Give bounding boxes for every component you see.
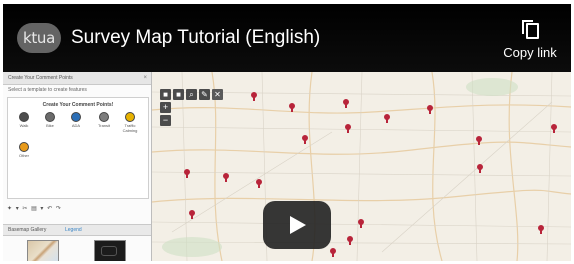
map-pin[interactable] — [251, 92, 257, 101]
video-player[interactable]: ktua Survey Map Tutorial (English) Copy … — [3, 4, 571, 261]
template-picker: Create Your Comment Points! Walk Bike AD… — [7, 97, 149, 199]
template-label: Bike — [46, 123, 54, 128]
basemap-thumbnail-streets[interactable] — [27, 240, 59, 261]
template-picker-title: Create Your Comment Points! — [42, 102, 114, 108]
map-pin[interactable] — [184, 169, 190, 178]
video-header: ktua Survey Map Tutorial (English) Copy … — [3, 4, 571, 72]
map-toolbar: ■ ■ ⌕ ✎ ✕ — [160, 89, 223, 100]
copy-link-button[interactable]: Copy link — [501, 20, 559, 60]
tab-basemap-gallery[interactable]: Basemap Gallery — [8, 225, 46, 235]
template-traffic-calming[interactable]: Traffic Calming — [118, 112, 142, 133]
map-pin[interactable] — [256, 179, 262, 188]
transit-icon — [99, 112, 109, 122]
basemap-thumbnail-dark[interactable] — [94, 240, 126, 261]
map-pin[interactable] — [427, 105, 433, 114]
map-pin[interactable] — [302, 135, 308, 144]
map-pin[interactable] — [358, 219, 364, 228]
traffic-calming-icon — [125, 112, 135, 122]
template-label: ADA — [71, 123, 81, 128]
template-label: Other — [18, 153, 29, 158]
zoom-in-button[interactable]: + — [160, 102, 171, 113]
map-pin[interactable] — [289, 103, 295, 112]
panel-header: Create Your Comment Points × — [3, 72, 151, 85]
copy-icon — [522, 20, 539, 39]
zoom-controls: + − — [160, 102, 171, 128]
bike-icon — [45, 112, 55, 122]
map-pin[interactable] — [330, 248, 336, 257]
map-tool-select[interactable]: ■ — [160, 89, 171, 100]
map-pin[interactable] — [223, 173, 229, 182]
zoom-out-button[interactable]: − — [160, 115, 171, 126]
map-view[interactable]: ■ ■ ⌕ ✎ ✕ + − — [152, 72, 571, 261]
map-tool-close[interactable]: ✕ — [212, 89, 223, 100]
copy-link-label: Copy link — [503, 45, 557, 60]
map-pin[interactable] — [477, 164, 483, 173]
edit-tools-row[interactable]: ✦ ▾ ✂ ▤ ▾ ↶ ↷ — [7, 204, 147, 214]
panel-header-title: Create Your Comment Points — [8, 75, 73, 81]
play-button[interactable] — [263, 201, 331, 249]
left-panel: Create Your Comment Points × Select a te… — [3, 72, 152, 261]
template-bike[interactable]: Bike — [38, 112, 62, 128]
ada-icon — [71, 112, 81, 122]
template-transit[interactable]: Transit — [92, 112, 116, 128]
template-label: Traffic Calming — [122, 123, 138, 133]
template-label: Transit — [97, 123, 111, 128]
template-ada[interactable]: ADA — [64, 112, 88, 128]
template-other[interactable]: Other — [12, 142, 36, 158]
map-tool-edit[interactable]: ✎ — [199, 89, 210, 100]
map-pin[interactable] — [384, 114, 390, 123]
tab-legend[interactable]: Legend — [65, 225, 82, 235]
video-title[interactable]: Survey Map Tutorial (English) — [71, 26, 320, 50]
panel-close-icon[interactable]: × — [143, 72, 147, 84]
map-pin[interactable] — [347, 236, 353, 245]
channel-logo[interactable]: ktua — [17, 23, 61, 53]
map-roads — [152, 72, 571, 261]
map-pin[interactable] — [538, 225, 544, 234]
other-icon — [19, 142, 29, 152]
map-pin[interactable] — [345, 124, 351, 133]
map-tool-search[interactable]: ⌕ — [186, 89, 197, 100]
template-walk[interactable]: Walk — [12, 112, 36, 128]
map-pin[interactable] — [343, 99, 349, 108]
basemap-tabs: Basemap Gallery Legend — [3, 224, 151, 236]
map-pin[interactable] — [189, 210, 195, 219]
template-label: Walk — [19, 123, 29, 128]
map-pin[interactable] — [476, 136, 482, 145]
map-pin[interactable] — [551, 124, 557, 133]
map-tool-layers[interactable]: ■ — [173, 89, 184, 100]
panel-subtitle: Select a template to create features — [8, 87, 87, 93]
walk-icon — [19, 112, 29, 122]
